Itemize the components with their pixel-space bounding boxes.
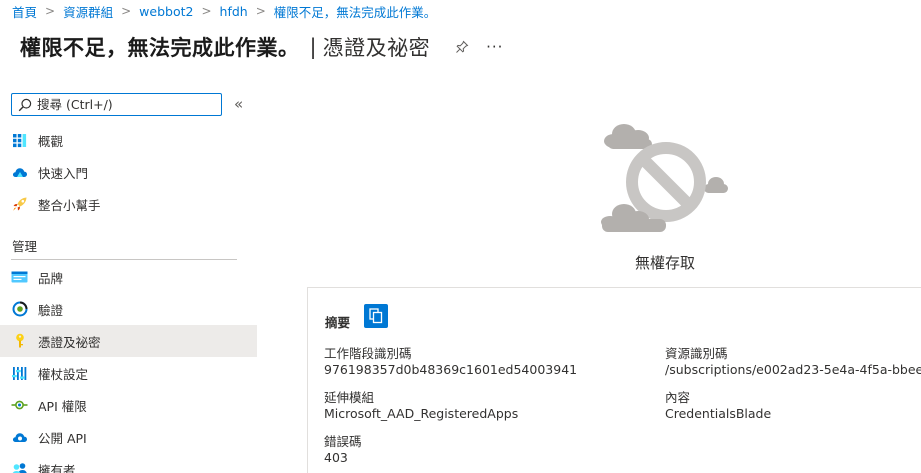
- rocket-icon: [11, 196, 28, 213]
- sidebar-item-expose-api[interactable]: 公開 API: [0, 421, 257, 453]
- sidebar-item-label: API 權限: [38, 398, 87, 414]
- sidebar-item-certificates-secrets[interactable]: 憑證及祕密: [0, 325, 257, 357]
- branding-icon: [11, 269, 28, 286]
- breadcrumb-hfdh[interactable]: hfdh: [220, 4, 248, 19]
- no-access-illustration: [601, 124, 728, 232]
- more-options-button[interactable]: ···: [486, 38, 503, 56]
- overview-grid-icon: [11, 132, 28, 149]
- sidebar-item-label: 公開 API: [38, 430, 87, 446]
- authentication-icon: [11, 301, 28, 318]
- field-error-code: 錯誤碼 403: [324, 434, 362, 466]
- search-icon: [18, 98, 32, 112]
- field-value: 976198357d0b48369c1601ed54003941: [324, 362, 578, 377]
- field-label: 延伸模組: [324, 390, 375, 405]
- sidebar-item-label: 驗證: [38, 302, 64, 318]
- token-bars-icon: [11, 365, 28, 382]
- sidebar-item-overview[interactable]: 概觀: [0, 124, 257, 156]
- field-resource-id: 資源識別碼 /subscriptions/e002ad23-5e4a-4f5a-…: [665, 346, 921, 378]
- field-value: CredentialsBlade: [665, 406, 772, 421]
- breadcrumb-separator: >: [255, 4, 266, 18]
- field-content: 內容 CredentialsBlade: [665, 390, 771, 422]
- cloud-decoration: [704, 177, 728, 193]
- field-session-id: 工作階段識別碼 976198357d0b48369c1601ed54003941: [324, 346, 577, 378]
- breadcrumb-webbot2[interactable]: webbot2: [139, 4, 193, 19]
- sidebar-item-authentication[interactable]: 驗證: [0, 293, 257, 325]
- breadcrumb-separator: >: [45, 4, 56, 18]
- pin-icon[interactable]: [454, 39, 470, 55]
- search-box[interactable]: [11, 93, 222, 116]
- expose-api-cloud-icon: [11, 429, 28, 446]
- sidebar-item-label: 整合小幫手: [38, 197, 101, 213]
- search-input[interactable]: [37, 97, 217, 112]
- sidebar-item-quickstart[interactable]: 快速入門: [0, 156, 257, 188]
- sidebar-item-api-permissions[interactable]: API 權限: [0, 389, 257, 421]
- quickstart-cloud-icon: [11, 164, 28, 181]
- copy-button[interactable]: [364, 304, 388, 328]
- sidebar-item-label: 概觀: [38, 133, 64, 149]
- breadcrumb-separator: >: [201, 4, 212, 18]
- section-divider: [11, 259, 237, 260]
- copy-icon: [369, 308, 383, 324]
- field-extension: 延伸模組 Microsoft_AAD_RegisteredApps: [324, 390, 518, 422]
- sidebar-item-token-configuration[interactable]: 權杖設定: [0, 357, 257, 389]
- sidebar-item-branding[interactable]: 品牌: [0, 261, 257, 293]
- collapse-sidebar-button[interactable]: «: [234, 95, 243, 113]
- page-subtitle: 憑證及祕密: [322, 36, 431, 60]
- breadcrumb-current[interactable]: 權限不足，無法完成此作業。: [274, 2, 437, 21]
- field-value: 403: [324, 450, 348, 465]
- breadcrumb-separator: >: [121, 4, 132, 18]
- sidebar-item-label: 快速入門: [38, 165, 89, 181]
- sidebar-item-label: 品牌: [38, 270, 64, 286]
- field-value: /subscriptions/e002ad23-5e4a-4f5a-bbee-8…: [665, 362, 921, 377]
- api-permissions-icon: [11, 397, 28, 414]
- title-separator: |: [309, 35, 317, 59]
- no-access-message: 無權存取: [634, 254, 695, 272]
- sidebar-item-label: 憑證及祕密: [38, 334, 101, 350]
- field-label: 錯誤碼: [324, 434, 362, 449]
- page-title: 權限不足，無法完成此作業。: [20, 36, 300, 60]
- field-label: 內容: [665, 390, 691, 405]
- owners-icon: [11, 461, 28, 473]
- field-label: 工作階段識別碼: [324, 346, 412, 361]
- sidebar-item-integration-assistant[interactable]: 整合小幫手: [0, 188, 257, 220]
- field-label: 資源識別碼: [665, 346, 728, 361]
- summary-title: 摘要: [325, 315, 351, 330]
- sidebar-item-label: 擁有者: [38, 462, 76, 473]
- breadcrumb-resource-groups[interactable]: 資源群組: [63, 2, 113, 21]
- cloud-decoration: [604, 124, 652, 149]
- field-value: Microsoft_AAD_RegisteredApps: [324, 406, 519, 421]
- summary-panel: 摘要 工作階段識別碼 976198357d0b48369c1601ed54003…: [307, 287, 921, 473]
- key-icon: [11, 333, 28, 350]
- section-header-manage: 管理: [12, 239, 38, 254]
- sidebar-item-label: 權杖設定: [38, 366, 89, 382]
- sidebar-item-owners[interactable]: 擁有者: [0, 453, 257, 473]
- page-header: 權限不足，無法完成此作業。 | 憑證及祕密 ···: [20, 32, 503, 62]
- breadcrumb: 首頁 > 資源群組 > webbot2 > hfdh > 權限不足，無法完成此作…: [12, 2, 436, 20]
- blocked-circle-icon: [626, 142, 706, 222]
- breadcrumb-home[interactable]: 首頁: [12, 2, 37, 21]
